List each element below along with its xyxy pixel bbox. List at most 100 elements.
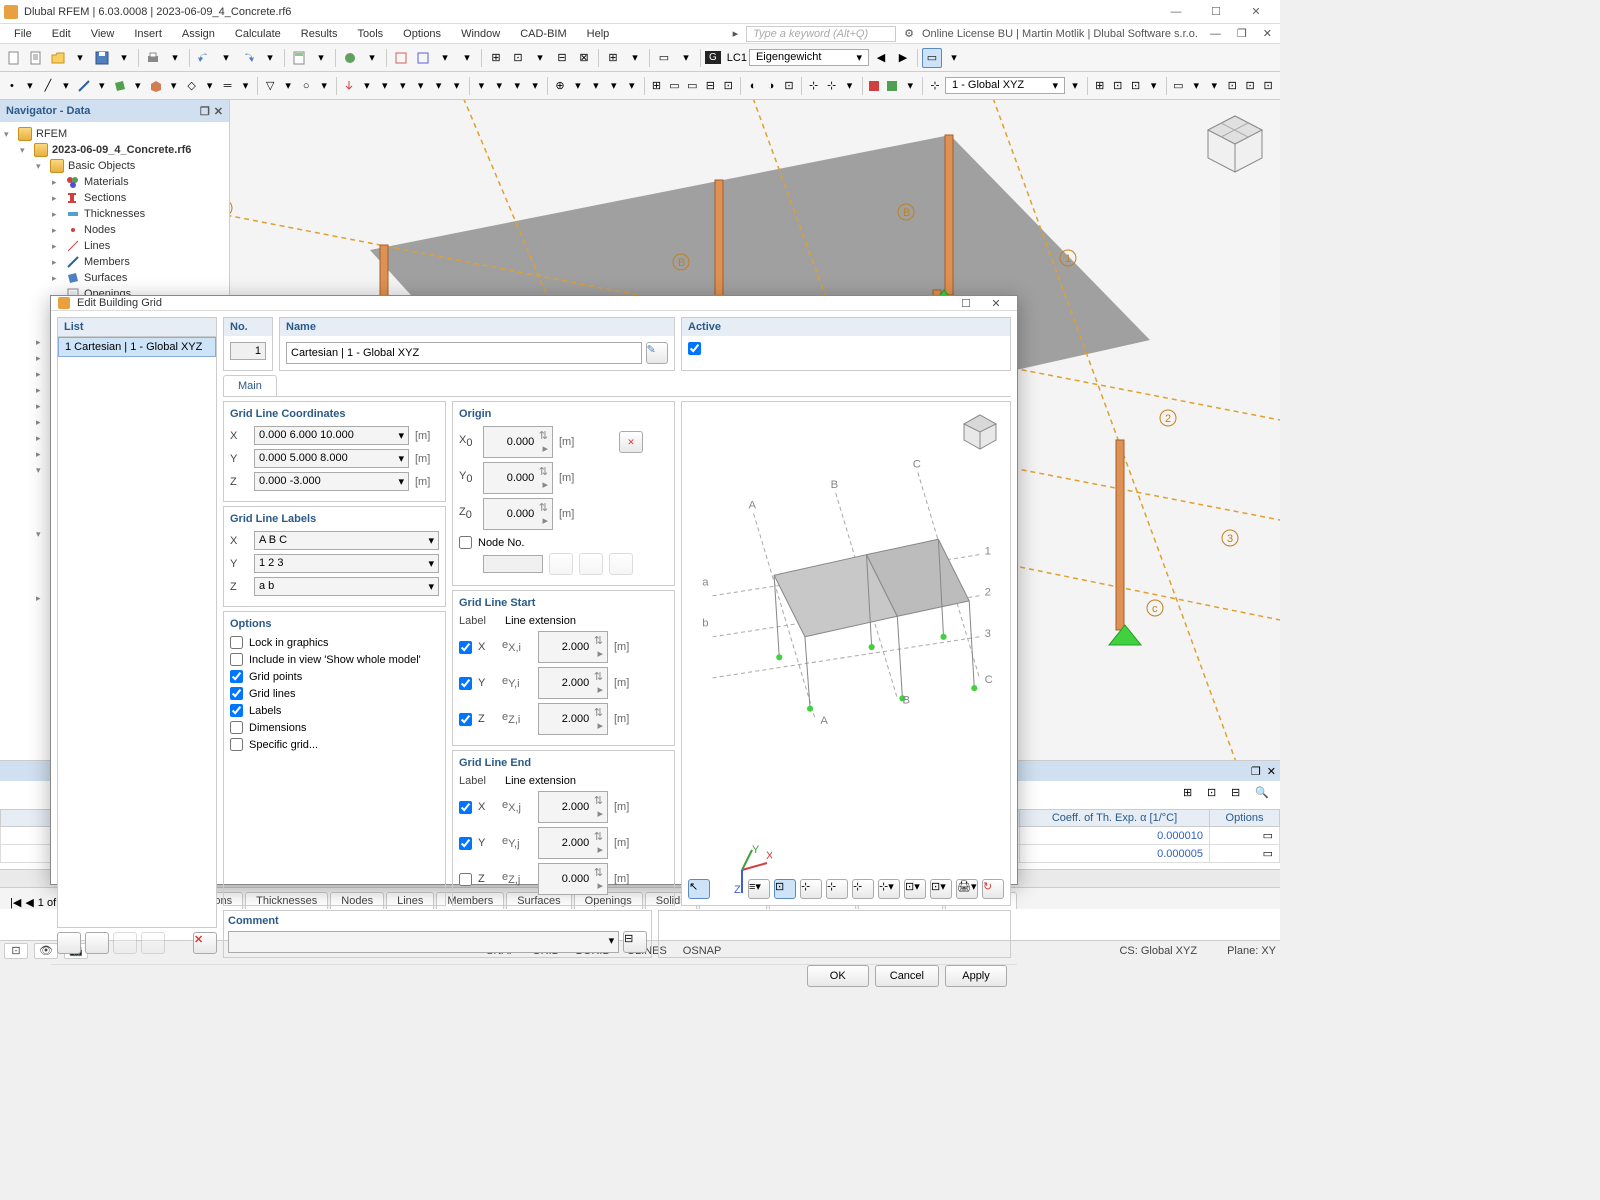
edit-2-button[interactable]: ▾: [491, 76, 507, 96]
grid-list-item-1[interactable]: 1 Cartesian | 1 - Global XYZ: [58, 337, 216, 357]
menu-options[interactable]: Options: [393, 26, 451, 42]
calculator-button[interactable]: [289, 48, 309, 68]
hinge-button[interactable]: ○: [298, 76, 314, 96]
opt-dimensions[interactable]: [230, 721, 243, 734]
grid-2-button[interactable]: ⊡: [1110, 76, 1126, 96]
panel-close-button[interactable]: ✕: [1267, 765, 1276, 778]
end-ex[interactable]: ⇅ ▸: [538, 791, 608, 823]
end-4-button[interactable]: ⊡: [1224, 76, 1240, 96]
menu-window[interactable]: Window: [451, 26, 510, 42]
lc-next-button[interactable]: ▶: [893, 48, 913, 68]
tool-2-button[interactable]: [391, 48, 411, 68]
mdi-restore-button[interactable]: ❐: [1233, 27, 1251, 40]
tool-7-button[interactable]: ⊡: [508, 48, 528, 68]
pv-b6[interactable]: ⊹▾: [878, 879, 900, 899]
opt-lock[interactable]: [230, 636, 243, 649]
xform-1-dropdown[interactable]: ▾: [570, 76, 586, 96]
node-pick3[interactable]: [609, 553, 633, 575]
lc-combo[interactable]: Eigengewicht▾: [749, 49, 869, 66]
view-2-button[interactable]: ▭: [666, 76, 682, 96]
lineset-button[interactable]: ═: [220, 76, 236, 96]
mdi-minimize-button[interactable]: —: [1206, 28, 1225, 40]
tool-6-button[interactable]: ⊞: [486, 48, 506, 68]
comment-lib-button[interactable]: ⊟: [623, 931, 647, 953]
keyword-search[interactable]: Type a keyword (Alt+Q): [746, 26, 896, 42]
opening-button[interactable]: ◇: [184, 76, 200, 96]
tool-4-button[interactable]: ▾: [435, 48, 455, 68]
tool-14-button[interactable]: ▾: [676, 48, 696, 68]
solid-button[interactable]: [148, 76, 164, 96]
list-b4[interactable]: [141, 932, 165, 954]
list-new-button[interactable]: [57, 932, 81, 954]
opening-dropdown[interactable]: ▾: [202, 76, 218, 96]
open-folder-button[interactable]: ▾: [70, 48, 90, 68]
origin-pick-button[interactable]: ✕: [619, 431, 643, 453]
end-3-button[interactable]: ▾: [1206, 76, 1222, 96]
apply-button[interactable]: Apply: [945, 965, 1007, 987]
end-z-chk[interactable]: [459, 873, 472, 886]
menu-cadbim[interactable]: CAD-BIM: [510, 26, 576, 42]
navigator-close-button[interactable]: ✕: [214, 105, 223, 118]
panel-t1[interactable]: ⊞: [1182, 785, 1202, 805]
open-button[interactable]: [48, 48, 68, 68]
start-ez[interactable]: ⇅ ▸: [538, 703, 608, 735]
new-button[interactable]: [4, 48, 24, 68]
tool-12-button[interactable]: ▾: [625, 48, 645, 68]
lc-prev-button[interactable]: ◀: [871, 48, 891, 68]
load-6-button[interactable]: ▾: [449, 76, 465, 96]
tool-3-button[interactable]: [413, 48, 433, 68]
opt-gridlines[interactable]: [230, 687, 243, 700]
node-button[interactable]: •: [4, 76, 20, 96]
tool-11-button[interactable]: ⊞: [603, 48, 623, 68]
coord-x-combo[interactable]: 0.000 6.000 10.000▾: [254, 426, 409, 445]
node-no-checkbox[interactable]: [459, 536, 472, 549]
redo-button[interactable]: [238, 48, 258, 68]
node-pick2[interactable]: [579, 553, 603, 575]
surface-dropdown[interactable]: ▾: [130, 76, 146, 96]
ok-button[interactable]: OK: [807, 965, 869, 987]
render-2-button[interactable]: ◑: [763, 76, 779, 96]
cs-combo[interactable]: 1 - Global XYZ▾: [945, 77, 1065, 94]
coord-y-combo[interactable]: 0.000 5.000 8.000▾: [254, 449, 409, 468]
grid-preview[interactable]: ab 123 ABC ABC X Y Z ↖: [681, 401, 1011, 906]
redo-dropdown[interactable]: ▾: [260, 48, 280, 68]
preview-cube[interactable]: [960, 412, 1000, 452]
tree-surfaces[interactable]: Surfaces: [84, 272, 127, 284]
end-5-button[interactable]: ⊡: [1242, 76, 1258, 96]
label-x-combo[interactable]: A B C▾: [254, 531, 439, 550]
name-input[interactable]: [286, 342, 642, 364]
menu-tools[interactable]: Tools: [347, 26, 393, 42]
mdi-close-button[interactable]: ✕: [1259, 27, 1276, 40]
no-input[interactable]: [230, 342, 266, 360]
view-cube[interactable]: [1200, 110, 1270, 180]
list-copy-button[interactable]: [85, 932, 109, 954]
active-checkbox[interactable]: [688, 342, 701, 355]
xform-2-button[interactable]: ▾: [588, 76, 604, 96]
label-z-combo[interactable]: a b▾: [254, 577, 439, 596]
name-edit-button[interactable]: ✎: [646, 342, 668, 364]
end-6-button[interactable]: ⊡: [1260, 76, 1276, 96]
lineset-dropdown[interactable]: ▾: [238, 76, 254, 96]
opt-labels[interactable]: [230, 704, 243, 717]
tool-5-button[interactable]: ▾: [457, 48, 477, 68]
pv-b5[interactable]: ⊹: [852, 879, 874, 899]
tree-materials[interactable]: Materials: [84, 176, 129, 188]
start-y-chk[interactable]: [459, 677, 472, 690]
pv-b1[interactable]: ≡▾: [748, 879, 770, 899]
support-button[interactable]: ▽: [262, 76, 278, 96]
load-3-button[interactable]: ▾: [395, 76, 411, 96]
menu-insert[interactable]: Insert: [124, 26, 172, 42]
grid-3-button[interactable]: ⊡: [1128, 76, 1144, 96]
save-button[interactable]: [92, 48, 112, 68]
cs-button[interactable]: ⊹: [927, 76, 943, 96]
coord-z-combo[interactable]: 0.000 -3.000▾: [254, 472, 409, 491]
color-2-button[interactable]: [884, 76, 900, 96]
end-1-button[interactable]: ▭: [1170, 76, 1186, 96]
grid-1-button[interactable]: ⊞: [1092, 76, 1108, 96]
list-delete-button[interactable]: ✕: [193, 932, 217, 954]
xform-3-button[interactable]: ▾: [606, 76, 622, 96]
line-dropdown[interactable]: ▾: [58, 76, 74, 96]
pv-b3[interactable]: ⊹: [800, 879, 822, 899]
edit-3-button[interactable]: ▾: [509, 76, 525, 96]
view-5-button[interactable]: ⊡: [720, 76, 736, 96]
